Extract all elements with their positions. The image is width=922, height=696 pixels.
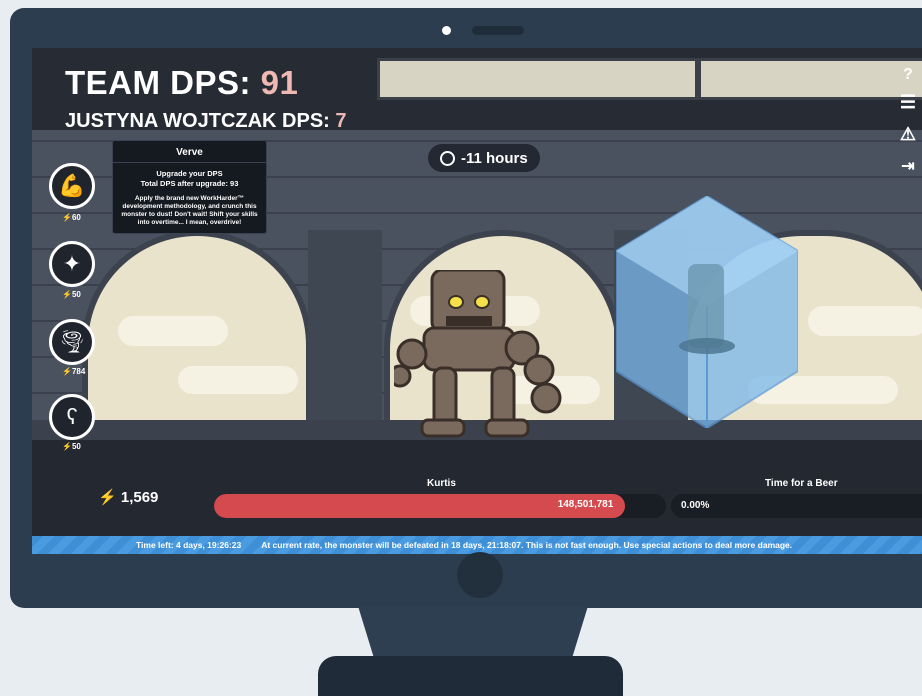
ceiling-panel xyxy=(698,58,922,100)
game-screen: TEAM DPS: 91 JUSTYNA WOJTCZAK DPS: 7 -11… xyxy=(32,48,922,554)
team-dps-label: TEAM DPS: xyxy=(65,64,251,101)
status-message: At current rate, the monster will be def… xyxy=(261,540,793,550)
skill-cost: ⚡60 xyxy=(62,213,81,222)
help-icon[interactable]: ? xyxy=(898,66,918,84)
currency-value: 1,569 xyxy=(120,489,159,506)
beer-progress-bar: 0.00% xyxy=(671,494,922,518)
monitor-base xyxy=(318,656,623,696)
monster-name: Kurtis xyxy=(427,478,456,489)
monster-health-bar: 148,501,781 xyxy=(214,494,666,518)
skill-bear-button[interactable]: ʕ xyxy=(49,394,95,440)
tooltip-line1: Upgrade your DPS xyxy=(156,169,223,178)
time-left-text: Time left: 4 days, 19:26:23 xyxy=(136,540,242,550)
lightning-icon: ⚡ xyxy=(62,290,72,299)
team-dps-value: 91 xyxy=(260,64,299,101)
user-dps-label: JUSTYNA WOJTCZAK DPS: xyxy=(65,110,330,132)
time-offset-badge: -11 hours xyxy=(428,144,540,172)
skill-cost: ⚡50 xyxy=(62,442,81,451)
currency-display: ⚡ 1,569 xyxy=(98,488,158,506)
sparkles-icon: ✦ xyxy=(62,251,82,276)
menu-icon[interactable]: ☰ xyxy=(898,92,918,113)
webcam-bar xyxy=(472,26,524,35)
webcam-dot xyxy=(442,26,451,35)
monster-health-fill: 148,501,781 xyxy=(214,494,626,518)
skill-cost: ⚡50 xyxy=(62,290,81,299)
tornado-icon: 🌪 xyxy=(58,329,86,354)
tooltip-line2: Total DPS after upgrade: 93 xyxy=(140,179,239,188)
tooltip-title: Verve xyxy=(113,141,266,163)
stone-golem-monster[interactable] xyxy=(394,270,569,440)
lightning-icon: ⚡ xyxy=(62,367,72,376)
logout-icon[interactable]: ⇥ xyxy=(898,156,918,176)
stone-pillar xyxy=(308,230,382,426)
tooltip-description: Apply the brand new WorkHarder™ developm… xyxy=(121,195,258,226)
clock-icon xyxy=(440,150,455,166)
crystal-beer-shield[interactable] xyxy=(616,196,798,428)
skill-tooltip: Verve Upgrade your DPS Total DPS after u… xyxy=(112,140,267,234)
user-dps-value: 7 xyxy=(335,110,347,132)
user-dps: JUSTYNA WOJTCZAK DPS: 7 xyxy=(65,110,347,133)
beer-progress-label: Time for a Beer xyxy=(765,478,838,489)
ceiling-panel xyxy=(377,58,698,100)
warning-icon[interactable]: ⚠ xyxy=(898,124,918,145)
skill-sparkle-button[interactable]: ✦ xyxy=(49,241,95,287)
bear-icon: ʕ xyxy=(66,404,78,429)
skill-tornado-button[interactable]: 🌪 xyxy=(49,319,95,365)
monitor-frame: TEAM DPS: 91 JUSTYNA WOJTCZAK DPS: 7 -11… xyxy=(10,8,922,608)
muscle-arm-icon: 💪 xyxy=(58,173,86,198)
monster-health-value: 148,501,781 xyxy=(557,499,614,510)
team-dps: TEAM DPS: 91 xyxy=(65,64,298,102)
lightning-icon: ⚡ xyxy=(62,213,72,222)
power-button xyxy=(457,552,503,598)
lightning-icon: ⚡ xyxy=(62,442,72,451)
time-offset-text: -11 hours xyxy=(461,149,528,167)
skill-cost: ⚡784 xyxy=(62,367,86,376)
skill-verve-button[interactable]: 💪 xyxy=(49,163,95,209)
beer-progress-value: 0.00% xyxy=(681,500,710,511)
lightning-icon: ⚡ xyxy=(98,489,117,506)
